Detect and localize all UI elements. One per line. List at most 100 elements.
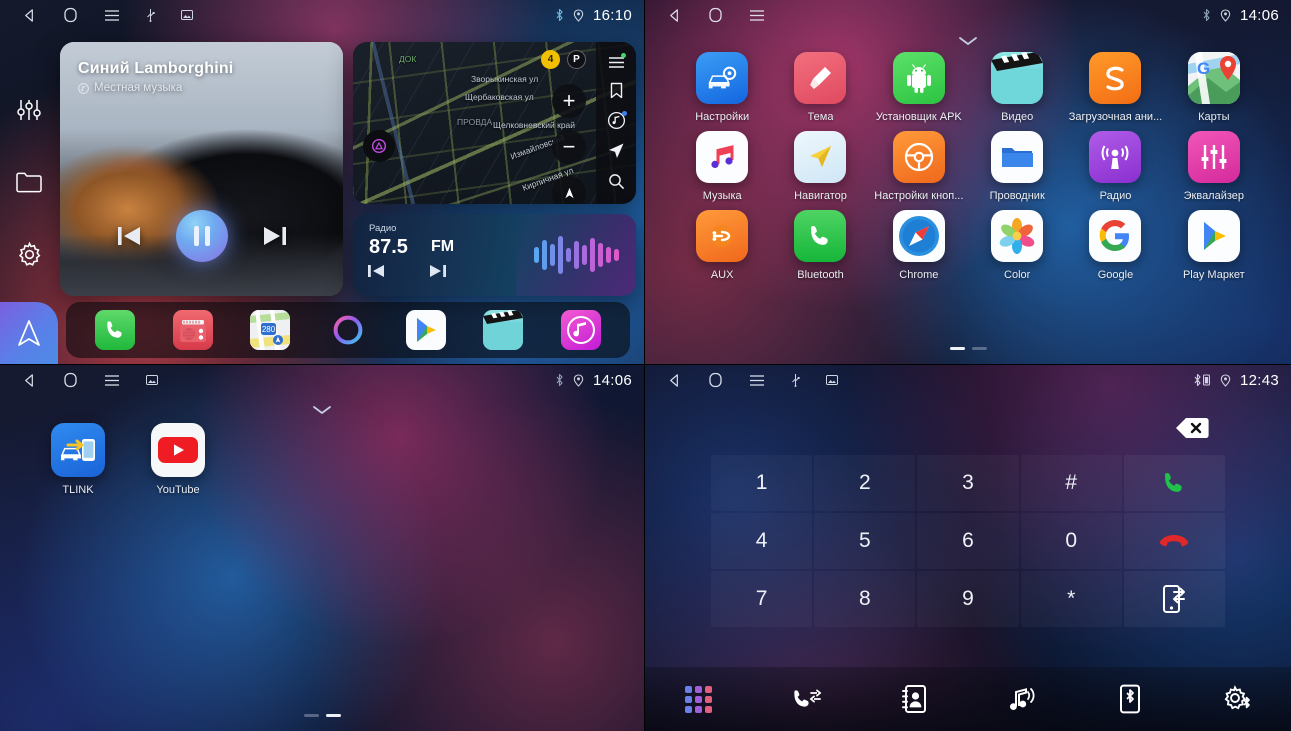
menu-icon[interactable] — [749, 374, 765, 387]
media-player-widget[interactable]: Синий Lamborghini Местная музыка — [60, 42, 343, 296]
app-youtube[interactable]: YouTube — [128, 423, 228, 496]
sidebar-item-navigation[interactable] — [0, 302, 58, 364]
play-pause-button[interactable] — [175, 210, 228, 262]
home-icon[interactable] — [708, 372, 723, 388]
dock-item-siri[interactable] — [309, 310, 387, 350]
sidebar-item-settings[interactable] — [0, 218, 58, 290]
app-video[interactable]: Видео — [968, 52, 1066, 123]
back-icon[interactable] — [22, 8, 37, 23]
key-1[interactable]: 1 — [711, 455, 812, 511]
next-track-button[interactable] — [262, 224, 288, 248]
key-4[interactable]: 4 — [711, 513, 812, 569]
key-hash[interactable]: # — [1021, 455, 1122, 511]
map-widget[interactable]: ДОК Зворыкинская ул Щербаковская ул ПРОВ… — [353, 42, 636, 204]
key-3[interactable]: 3 — [917, 455, 1018, 511]
page-dot-2[interactable] — [325, 714, 341, 717]
keypad-icon[interactable] — [645, 685, 753, 713]
transfer-audio-button[interactable] — [1123, 571, 1225, 627]
zoom-out-button[interactable]: − — [552, 130, 586, 164]
voice-assistant-button[interactable] — [363, 130, 395, 162]
dialer-toolbar — [645, 667, 1291, 731]
app-navigator[interactable]: Навигатор — [771, 131, 869, 202]
app-tlink[interactable]: TLINK — [28, 423, 128, 496]
dock-item-maps[interactable]: 280 — [231, 310, 309, 350]
app-maps[interactable]: G Карты — [1165, 52, 1263, 123]
app-steering-buttons[interactable]: Настройки кноп... — [870, 131, 968, 202]
app-radio[interactable]: Радио — [1066, 131, 1164, 202]
radio-widget[interactable]: Радио 87.5 FM — [353, 214, 636, 296]
home-icon[interactable] — [63, 372, 78, 388]
zoom-in-button[interactable]: + — [552, 84, 586, 118]
traffic-badge[interactable]: 4 — [541, 50, 560, 69]
previous-track-button[interactable] — [116, 224, 142, 248]
key-0[interactable]: 0 — [1021, 513, 1122, 569]
app-car-settings[interactable]: Настройки — [673, 52, 771, 123]
compass-button[interactable] — [552, 176, 586, 204]
back-icon[interactable] — [667, 373, 682, 388]
chevron-down-icon[interactable] — [645, 30, 1291, 52]
app-aux[interactable]: AUX — [673, 210, 771, 281]
bt-device-icon[interactable] — [1076, 684, 1184, 714]
back-icon[interactable] — [22, 373, 37, 388]
sidebar-item-equalizer[interactable] — [0, 74, 58, 146]
key-9[interactable]: 9 — [917, 571, 1018, 627]
music-disc-icon[interactable] — [607, 110, 627, 130]
dialer-number-display[interactable] — [711, 401, 1225, 455]
key-7[interactable]: 7 — [711, 571, 812, 627]
call-log-icon[interactable] — [753, 685, 861, 713]
home-icon[interactable] — [708, 7, 723, 23]
page-dot-1[interactable] — [303, 714, 319, 717]
dock-item-playstore[interactable] — [387, 310, 465, 350]
back-icon[interactable] — [667, 8, 682, 23]
menu-icon[interactable] — [608, 53, 626, 69]
dock-item-radio[interactable] — [154, 310, 232, 350]
eq-sliders-icon — [1187, 131, 1240, 183]
app-file-manager[interactable]: Проводник — [968, 131, 1066, 202]
bt-music-icon[interactable] — [968, 684, 1076, 714]
parking-badge[interactable]: P — [567, 50, 586, 69]
chevron-down-icon[interactable] — [0, 399, 644, 421]
dock-item-music[interactable] — [542, 310, 620, 350]
page-dot-1[interactable] — [949, 347, 965, 350]
color-flower-icon — [991, 210, 1044, 262]
bt-settings-icon[interactable] — [1183, 684, 1291, 714]
bookmark-icon[interactable] — [609, 82, 624, 99]
dock-item-phone[interactable] — [76, 310, 154, 350]
key-2[interactable]: 2 — [814, 455, 915, 511]
menu-icon[interactable] — [749, 9, 765, 22]
key-star[interactable]: * — [1021, 571, 1122, 627]
sidebar-item-files[interactable] — [0, 146, 58, 218]
home-icon[interactable] — [63, 7, 78, 23]
navigate-icon[interactable] — [607, 142, 625, 160]
app-apk-installer[interactable]: Установщик APK — [870, 52, 968, 123]
key-6[interactable]: 6 — [917, 513, 1018, 569]
svg-text:G: G — [1197, 59, 1210, 78]
app-bluetooth[interactable]: Bluetooth — [771, 210, 869, 281]
radio-label: Радио — [369, 223, 397, 234]
hangup-button[interactable] — [1123, 513, 1225, 569]
key-5[interactable]: 5 — [814, 513, 915, 569]
call-button[interactable] — [1123, 455, 1225, 511]
google-g-icon — [1089, 210, 1142, 262]
app-music[interactable]: Музыка — [673, 131, 771, 202]
menu-icon[interactable] — [104, 9, 120, 22]
menu-icon[interactable] — [104, 374, 120, 387]
app-play-market[interactable]: Play Маркет — [1165, 210, 1263, 281]
dock-item-video[interactable] — [465, 310, 543, 350]
app-google[interactable]: Google — [1066, 210, 1164, 281]
backspace-icon[interactable] — [1171, 415, 1213, 441]
contacts-icon[interactable] — [860, 684, 968, 714]
app-equalizer[interactable]: Эквалайзер — [1165, 131, 1263, 202]
app-boot-animation[interactable]: Загрузочная ани... — [1066, 52, 1164, 123]
app-color[interactable]: Color — [968, 210, 1066, 281]
app-label: Проводник — [989, 190, 1045, 202]
map-top-controls: 4 P — [541, 50, 586, 69]
radio-next-button[interactable] — [429, 263, 447, 279]
phone-green-icon — [794, 210, 847, 262]
search-icon[interactable] — [608, 173, 625, 190]
app-chrome[interactable]: Chrome — [870, 210, 968, 281]
app-theme[interactable]: Тема — [771, 52, 869, 123]
key-8[interactable]: 8 — [814, 571, 915, 627]
page-dot-2[interactable] — [971, 347, 987, 350]
radio-prev-button[interactable] — [367, 263, 385, 279]
